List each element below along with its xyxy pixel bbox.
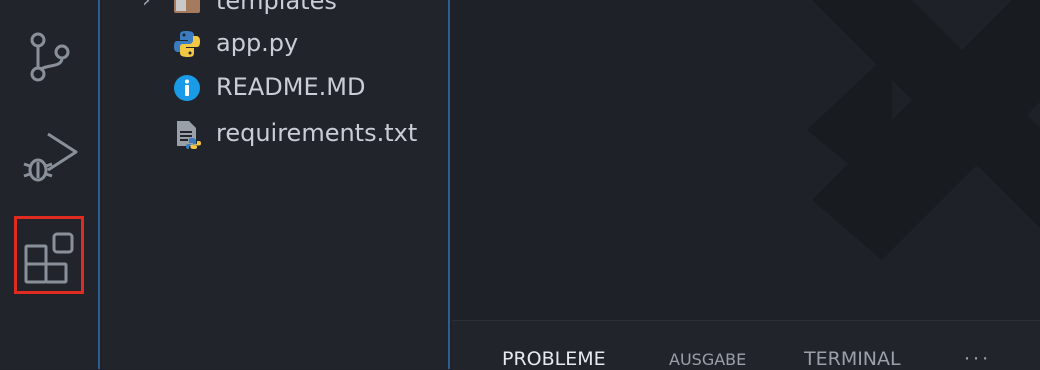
explorer-item-label: README.MD xyxy=(216,73,366,101)
explorer-item-label: templates xyxy=(216,0,337,15)
tab-probleme[interactable]: PROBLEME xyxy=(502,348,606,370)
explorer-item-templates[interactable]: › templates xyxy=(102,0,442,20)
requirements-file-icon xyxy=(172,119,202,149)
bottom-panel: PROBLEME AUSGABE TERMINAL ··· xyxy=(452,320,1040,370)
editor-area xyxy=(452,0,1040,320)
python-file-icon xyxy=(172,29,202,59)
explorer-item-requirements[interactable]: requirements.txt xyxy=(102,116,442,152)
explorer-panel: › templates app.py README.MD requirement… xyxy=(102,0,450,369)
explorer-border xyxy=(448,0,450,369)
source-control-icon[interactable] xyxy=(22,28,78,84)
editor-watermark-logo xyxy=(807,0,1040,260)
more-actions-icon[interactable]: ··· xyxy=(964,348,991,370)
explorer-item-label: requirements.txt xyxy=(216,119,418,147)
info-icon xyxy=(172,73,202,103)
explorer-item-app-py[interactable]: app.py xyxy=(102,26,442,62)
explorer-item-label: app.py xyxy=(216,29,299,57)
tab-terminal[interactable]: TERMINAL xyxy=(804,348,901,370)
run-debug-icon[interactable] xyxy=(22,128,78,184)
explorer-item-readme[interactable]: README.MD xyxy=(102,70,442,106)
extensions-highlight-box xyxy=(14,216,84,294)
tab-ausgabe[interactable]: AUSGABE xyxy=(669,350,746,369)
activity-bar-border xyxy=(98,0,100,369)
activity-bar xyxy=(0,0,100,369)
chevron-right-icon[interactable]: › xyxy=(142,0,151,13)
folder-icon xyxy=(172,0,202,17)
